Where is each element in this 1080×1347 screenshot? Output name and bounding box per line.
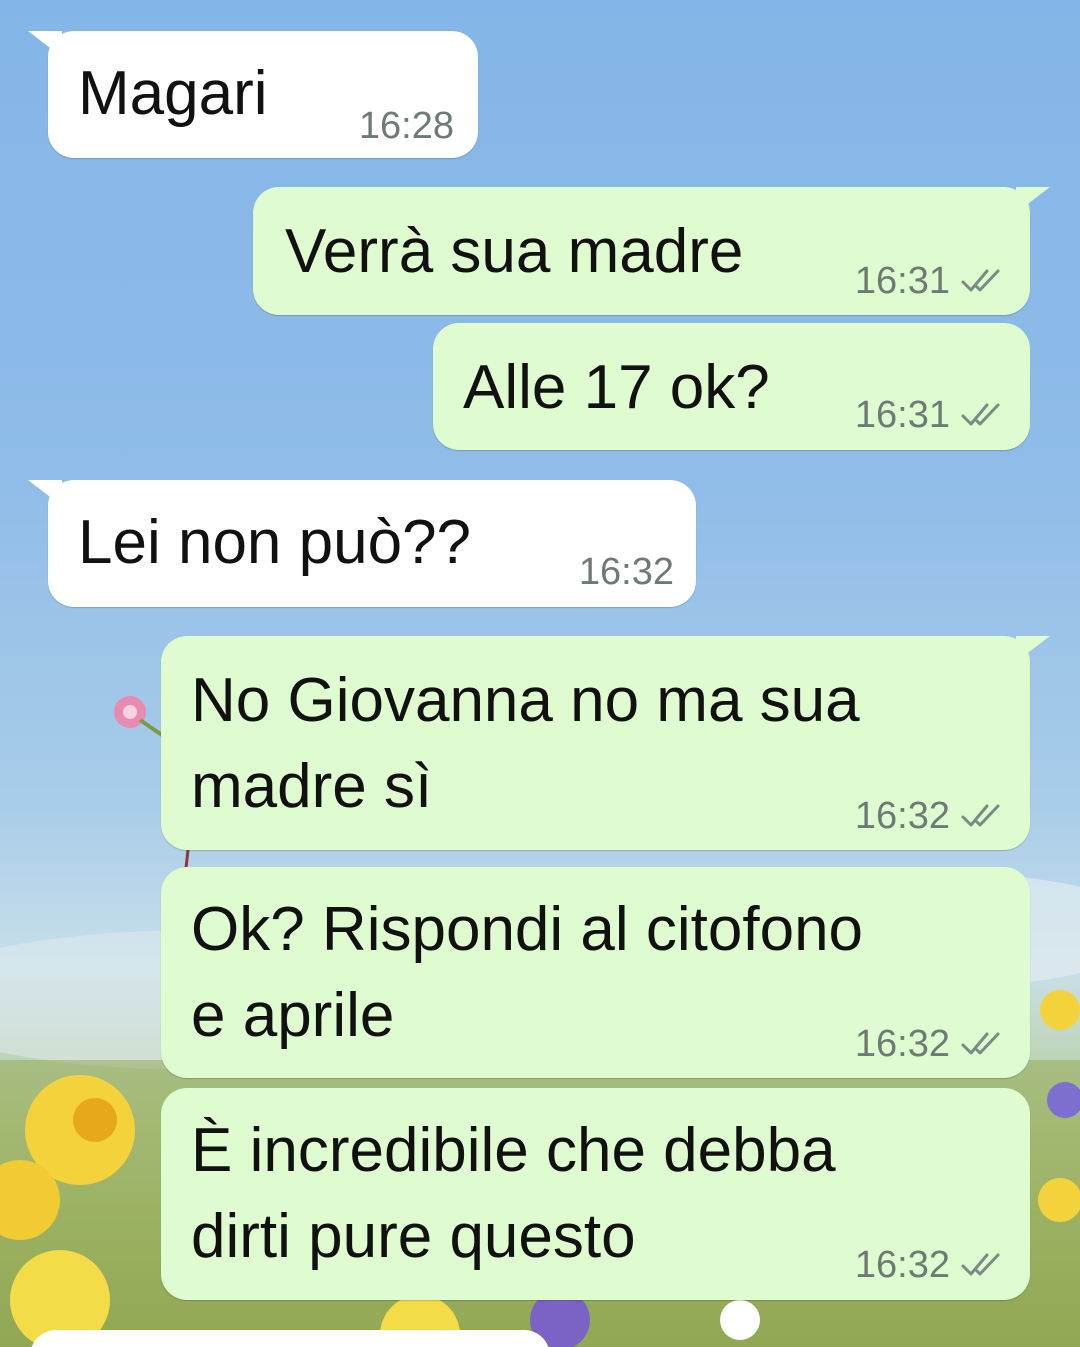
double-check-icon: [961, 1032, 1000, 1055]
message-bubble-outgoing[interactable]: Alle 17 ok? 16:31: [433, 323, 1030, 450]
message-time: 16:31: [854, 260, 950, 302]
message-time: 16:32: [854, 1023, 950, 1065]
message-text: No Giovanna no ma sua madre sì: [191, 666, 860, 821]
message-time: 16:28: [358, 105, 454, 147]
message-text: Lei non può??: [78, 508, 472, 577]
bubble-tail: [28, 31, 62, 57]
double-check-icon: [961, 1253, 1000, 1276]
message-meta: 16:32: [855, 1245, 1004, 1285]
message-text: Magari: [78, 59, 268, 128]
double-check-icon: [961, 804, 1000, 827]
bubble-tail: [1016, 187, 1050, 213]
message-time: 16:32: [854, 795, 950, 837]
double-check-icon: [961, 269, 1000, 292]
message-text: Ok? Rispondi al citofono e aprile: [191, 895, 864, 1050]
message-text: È incredibile che debba dirti pure quest…: [191, 1116, 836, 1271]
double-check-icon: [961, 403, 1000, 426]
message-text: Verrà sua madre: [285, 217, 744, 286]
message-text: Alle 17 ok?: [463, 353, 770, 422]
message-meta: 16:32: [579, 552, 674, 592]
message-bubble-incoming-partial[interactable]: [30, 1330, 550, 1347]
message-bubble-incoming[interactable]: Magari 16:28: [28, 31, 478, 158]
message-meta: 16:28: [359, 106, 454, 146]
message-bubble-outgoing[interactable]: Ok? Rispondi al citofono e aprile 16:32: [161, 867, 1030, 1078]
message-time: 16:32: [854, 1244, 950, 1286]
message-meta: 16:31: [855, 395, 1004, 435]
bubble-tail: [1016, 636, 1050, 662]
message-bubble-incoming[interactable]: Lei non può?? 16:32: [28, 480, 696, 607]
message-bubble-outgoing[interactable]: No Giovanna no ma sua madre sì 16:32: [161, 636, 1050, 850]
message-bubble-outgoing[interactable]: Verrà sua madre 16:31: [253, 187, 1050, 315]
message-meta: 16:31: [855, 261, 1004, 301]
bubble-tail: [28, 480, 62, 506]
message-meta: 16:32: [855, 796, 1004, 836]
message-meta: 16:32: [855, 1024, 1004, 1064]
message-time: 16:31: [854, 394, 950, 436]
message-bubble-outgoing[interactable]: È incredibile che debba dirti pure quest…: [161, 1088, 1030, 1300]
message-time: 16:32: [578, 551, 674, 593]
